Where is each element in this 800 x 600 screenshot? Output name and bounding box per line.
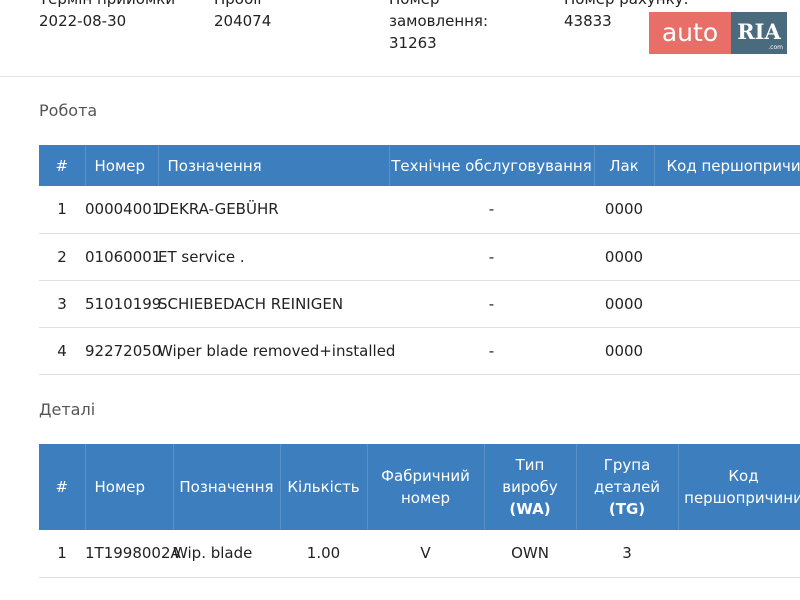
parts-col-index: # bbox=[39, 444, 86, 530]
row-name: DEKRA-GEBÜHR bbox=[158, 186, 389, 234]
row-name: Wiper blade removed+installed bbox=[158, 327, 395, 375]
autoria-logo[interactable]: auto RIA .com bbox=[649, 12, 789, 54]
works-table-header: # Номер Позначення Технічне обслуговуван… bbox=[39, 145, 800, 186]
factory-number-line1: Фабричний bbox=[381, 467, 470, 485]
factory-number-line2: номер bbox=[400, 489, 451, 507]
works-table: # Номер Позначення Технічне обслуговуван… bbox=[39, 145, 800, 375]
works-col-lacquer: Лак bbox=[594, 145, 655, 186]
row-name: Wip. blade bbox=[173, 530, 280, 578]
logo-com-text: .com bbox=[768, 44, 783, 51]
row-number: 00004001 bbox=[85, 186, 161, 234]
order-number-block: Номер замовлення: 31263 bbox=[389, 0, 488, 54]
row-factory-number: V bbox=[367, 530, 484, 578]
row-lacquer: 0000 bbox=[594, 280, 654, 328]
logo-ria-word: RIA bbox=[737, 19, 781, 44]
row-cause-code bbox=[654, 327, 800, 375]
parts-col-cause-code: Код першопричини bbox=[678, 444, 800, 530]
row-cause-code bbox=[654, 186, 800, 234]
parts-section-title: Деталі bbox=[39, 400, 96, 419]
row-service: - bbox=[389, 327, 594, 375]
order-number-value: 31263 bbox=[389, 34, 437, 52]
works-section-title: Робота bbox=[39, 101, 98, 120]
row-product-type: OWN bbox=[484, 530, 576, 578]
row-service: - bbox=[389, 233, 594, 281]
reception-date-value: 2022-08-30 bbox=[39, 12, 127, 30]
row-service: - bbox=[389, 280, 594, 328]
reception-date-block: Термін прийомки 2022-08-30 bbox=[39, 0, 175, 32]
order-number-label-line2: замовлення: bbox=[389, 12, 489, 30]
parts-col-name: Позначення bbox=[173, 444, 281, 530]
order-info-header: Термін прийомки 2022-08-30 Пробіг 204074… bbox=[0, 0, 800, 77]
parts-col-product-type: Тип виробу (WA) bbox=[484, 444, 577, 530]
table-row: 1 00004001 DEKRA-GEBÜHR - 0000 bbox=[39, 186, 800, 234]
table-row: 2 01060001 ET service . - 0000 bbox=[39, 233, 800, 281]
parts-col-quantity: Кількість bbox=[280, 444, 368, 530]
row-number: 01060001 bbox=[85, 233, 161, 281]
order-number-label-line1: Номер bbox=[389, 0, 488, 10]
works-col-service: Технічне обслуговування bbox=[389, 145, 595, 186]
reception-date-label: Термін прийомки bbox=[39, 0, 175, 10]
parts-table-header: # Номер Позначення Кількість Фабричний н… bbox=[39, 444, 800, 530]
row-index: 4 bbox=[39, 327, 85, 375]
works-col-number: Номер bbox=[85, 145, 159, 186]
mileage-block: Пробіг 204074 bbox=[214, 0, 271, 32]
logo-auto-text: auto bbox=[649, 12, 731, 54]
parts-col-part-group: Група деталей (TG) bbox=[576, 444, 679, 530]
parts-col-number: Номер bbox=[85, 444, 174, 530]
cause-code-line2: першопричини bbox=[684, 489, 800, 507]
row-part-group: 3 bbox=[576, 530, 678, 578]
product-type-code: (WA) bbox=[509, 500, 551, 518]
row-quantity: 1.00 bbox=[280, 530, 367, 578]
row-name: SCHIEBEDACH REINIGEN bbox=[158, 280, 389, 328]
table-row: 1 1T1998002A Wip. blade 1.00 V OWN 3 bbox=[39, 530, 800, 578]
row-number: 51010199 bbox=[85, 280, 161, 328]
works-col-index: # bbox=[39, 145, 86, 186]
row-index: 3 bbox=[39, 280, 85, 328]
part-group-line1: Група bbox=[603, 456, 651, 474]
product-type-line1: Тип bbox=[515, 456, 545, 474]
parts-col-factory-number: Фабричний номер bbox=[367, 444, 485, 530]
row-cause-code bbox=[654, 280, 800, 328]
row-lacquer: 0000 bbox=[594, 233, 654, 281]
works-col-cause-code: Код першопричини bbox=[654, 145, 800, 186]
mileage-label: Пробіг bbox=[214, 0, 271, 10]
cause-code-line1: Код bbox=[728, 467, 759, 485]
part-group-code: (TG) bbox=[608, 500, 646, 518]
product-type-line2: виробу bbox=[502, 478, 558, 496]
logo-ria-text: RIA .com bbox=[731, 12, 787, 54]
row-number: 92272050 bbox=[85, 327, 161, 375]
row-lacquer: 0000 bbox=[594, 186, 654, 234]
mileage-value: 204074 bbox=[214, 12, 272, 30]
row-lacquer: 0000 bbox=[594, 327, 654, 375]
row-name: ET service . bbox=[158, 233, 389, 281]
row-index: 2 bbox=[39, 233, 85, 281]
row-index: 1 bbox=[39, 530, 85, 578]
invoice-number-label: Номер рахунку: bbox=[564, 0, 689, 10]
works-col-name: Позначення bbox=[158, 145, 390, 186]
product-type-line3: (WA) bbox=[485, 498, 576, 520]
parts-table: # Номер Позначення Кількість Фабричний н… bbox=[39, 444, 800, 578]
row-service: - bbox=[389, 186, 594, 234]
row-index: 1 bbox=[39, 186, 85, 234]
row-cause-code bbox=[678, 530, 800, 578]
row-number: 1T1998002A bbox=[85, 530, 181, 578]
row-cause-code bbox=[654, 233, 800, 281]
table-row: 4 92272050 Wiper blade removed+installed… bbox=[39, 327, 800, 375]
part-group-line2: деталей bbox=[593, 478, 661, 496]
table-row: 3 51010199 SCHIEBEDACH REINIGEN - 0000 bbox=[39, 280, 800, 328]
part-group-line3: (TG) bbox=[577, 498, 678, 520]
